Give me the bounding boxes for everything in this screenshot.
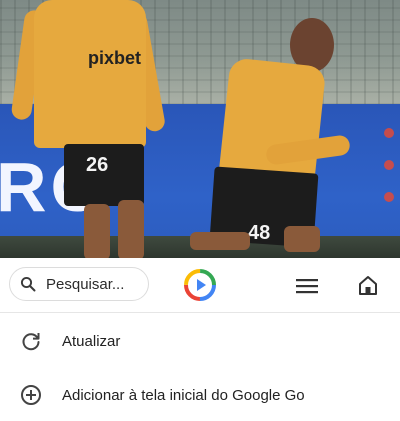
- left-player-number: 26: [86, 154, 109, 176]
- left-player-sponsor: pixbet: [88, 48, 142, 68]
- news-photo: RO pixbet 26 48: [0, 0, 400, 258]
- menu-item-refresh[interactable]: Atualizar: [0, 315, 400, 367]
- search-icon: [20, 276, 36, 292]
- right-player-number: 48: [248, 222, 271, 244]
- menu-item-add-to-home[interactable]: Adicionar à tela inicial do Google Go: [0, 369, 400, 421]
- refresh-icon: [22, 333, 40, 351]
- google-go-logo-icon[interactable]: [183, 268, 217, 302]
- menu-icon[interactable]: [296, 278, 318, 294]
- add-circle-icon: [21, 385, 41, 405]
- advertising-dots: [384, 128, 394, 224]
- search-box[interactable]: Pesquisar...: [9, 267, 149, 301]
- menu-item-label: Adicionar à tela inicial do Google Go: [62, 386, 305, 404]
- home-icon[interactable]: [357, 274, 379, 296]
- bottom-sheet: Pesquisar... Atualizar Adicionar à tela …: [0, 258, 400, 405]
- menu-item-label: Atualizar: [62, 332, 121, 350]
- search-placeholder: Pesquisar...: [46, 275, 125, 293]
- browser-toolbar: Pesquisar...: [0, 258, 400, 313]
